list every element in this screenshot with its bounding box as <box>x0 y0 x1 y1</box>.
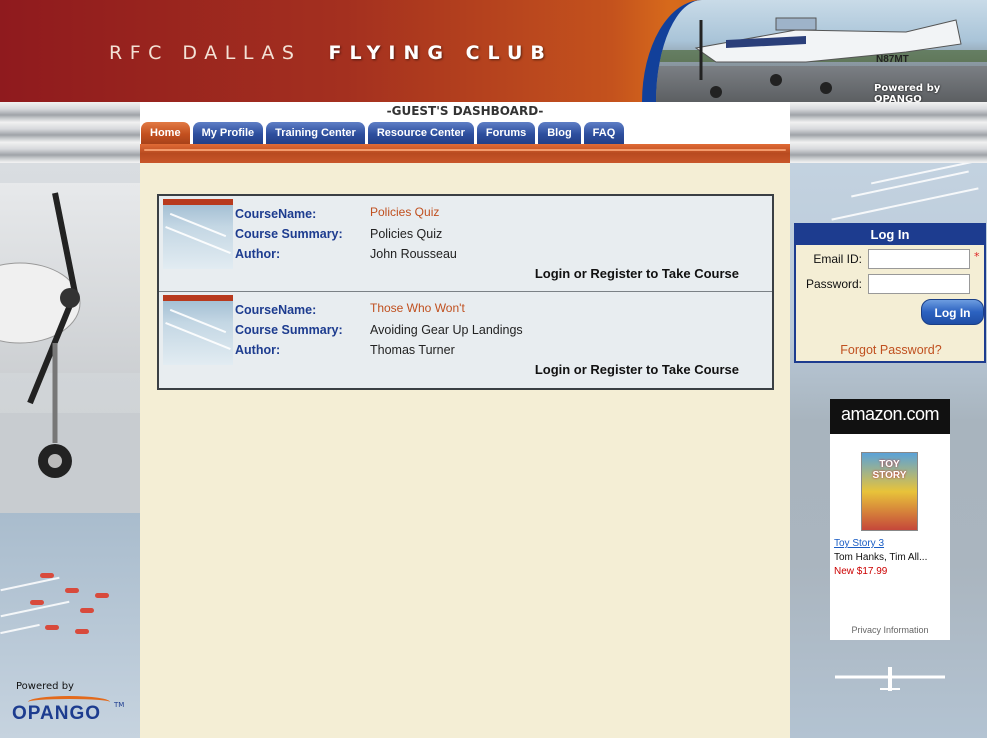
powered-by-header: Powered by OPANGO <box>874 83 941 102</box>
site-title-light: RFC DALLAS <box>109 42 302 64</box>
course-list: CourseName: Policies Quiz Course Summary… <box>157 194 774 390</box>
course-name-link[interactable]: Those Who Won't <box>370 301 465 315</box>
forgot-password-link[interactable]: Forgot Password? <box>796 343 986 357</box>
plane-registration: N87MT <box>876 54 909 65</box>
red-jet-icon <box>45 625 59 630</box>
contrail <box>831 187 979 221</box>
site-title: RFC DALLAS FLYING CLUB <box>109 42 553 64</box>
course-name-link[interactable]: Policies Quiz <box>370 205 439 219</box>
tab-resource-center[interactable]: Resource Center <box>367 122 474 144</box>
password-label: Password: <box>805 277 862 291</box>
take-course-link[interactable]: Login or Register to Take Course <box>535 362 739 377</box>
email-label: Email ID: <box>813 252 862 266</box>
thumbnail-streak <box>165 225 231 255</box>
course-summary-label: Course Summary: <box>235 323 343 337</box>
product-title-link[interactable]: Toy Story 3 <box>834 538 884 549</box>
red-jet-icon <box>40 573 54 578</box>
tab-home[interactable]: Home <box>141 122 190 144</box>
left-stripe-band <box>0 102 140 163</box>
password-field[interactable] <box>868 274 970 294</box>
nav-area: -GUEST'S DASHBOARD- Home My Profile Trai… <box>140 102 790 163</box>
small-plane-icon <box>835 667 945 691</box>
red-jet-icon <box>95 593 109 598</box>
red-jet-icon <box>75 629 89 634</box>
course-summary-label: Course Summary: <box>235 227 343 241</box>
email-row: Email ID: * <box>796 248 986 270</box>
course-name-label: CourseName: <box>235 207 317 221</box>
course-item: CourseName: Policies Quiz Course Summary… <box>159 196 772 292</box>
thumbnail-streak <box>169 308 227 334</box>
course-thumbnail[interactable] <box>163 199 233 269</box>
nav-underline-bar <box>140 144 790 163</box>
tab-my-profile[interactable]: My Profile <box>192 122 264 144</box>
thumbnail-streak <box>165 321 231 351</box>
required-marker: * <box>974 250 980 263</box>
tab-blog[interactable]: Blog <box>538 122 581 144</box>
tab-training-center[interactable]: Training Center <box>266 122 365 144</box>
main-content: -GUEST'S DASHBOARD- Home My Profile Trai… <box>140 102 790 738</box>
course-author-label: Author: <box>235 343 281 357</box>
amazon-logo[interactable]: amazon.com <box>830 399 950 434</box>
site-header: RFC DALLAS FLYING CLUB N87MT Powered by … <box>0 0 987 102</box>
red-jet-icon <box>30 600 44 605</box>
privacy-information-link[interactable]: Privacy Information <box>830 625 950 635</box>
course-thumbnail[interactable] <box>163 295 233 365</box>
tab-faq[interactable]: FAQ <box>583 122 625 144</box>
opango-logo[interactable]: OPANGO <box>12 703 101 725</box>
product-cast: Tom Hanks, Tim All... <box>834 552 928 563</box>
login-button[interactable]: Log In <box>921 299 984 325</box>
red-jet-icon <box>80 608 94 613</box>
product-cover-text: TOY STORY <box>872 459 907 481</box>
tab-forums[interactable]: Forums <box>476 122 536 144</box>
main-nav-tabs: Home My Profile Training Center Resource… <box>141 122 625 144</box>
course-author-label: Author: <box>235 247 281 261</box>
login-title: Log In <box>796 225 984 245</box>
course-summary-value: Policies Quiz <box>370 227 443 241</box>
login-panel: Log In Email ID: * Password: Log In Forg… <box>794 223 986 363</box>
amazon-ad: amazon.com TOY STORY Toy Story 3 Tom Han… <box>830 399 950 640</box>
course-author-value: John Rousseau <box>370 247 457 261</box>
product-price: New $17.99 <box>834 566 888 577</box>
trademark-mark: TM <box>114 701 125 709</box>
propeller-plane-icon <box>0 192 81 478</box>
password-row: Password: <box>796 273 986 295</box>
red-jet-icon <box>65 588 79 593</box>
powered-by-label: Powered by <box>16 681 74 692</box>
thumbnail-streak <box>169 212 227 238</box>
take-course-link[interactable]: Login or Register to Take Course <box>535 266 739 281</box>
product-cover-image[interactable]: TOY STORY <box>861 452 918 531</box>
dashboard-title: -GUEST'S DASHBOARD- <box>386 104 544 118</box>
email-field[interactable] <box>868 249 970 269</box>
right-stripe-band <box>790 102 987 163</box>
course-summary-value: Avoiding Gear Up Landings <box>370 323 523 337</box>
course-author-value: Thomas Turner <box>370 343 455 357</box>
site-title-bold: FLYING CLUB <box>328 42 553 64</box>
course-item: CourseName: Those Who Won't Course Summa… <box>159 292 772 388</box>
course-name-label: CourseName: <box>235 303 317 317</box>
left-decor-panel <box>0 163 140 738</box>
